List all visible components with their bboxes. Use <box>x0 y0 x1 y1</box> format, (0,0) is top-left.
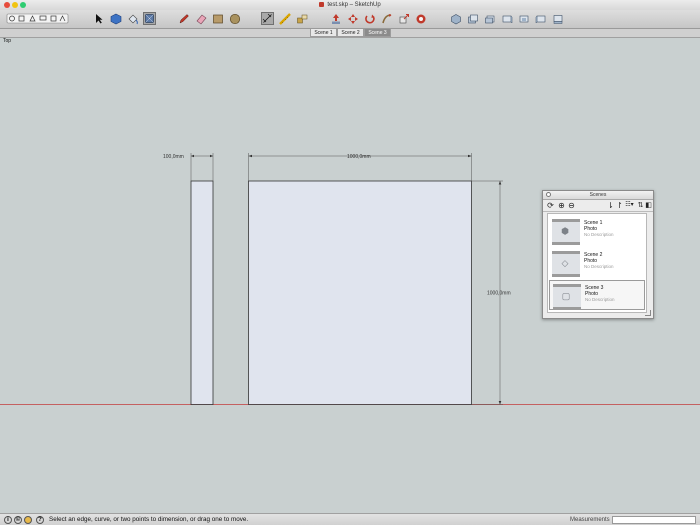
scenes-panel-title-bar: Scenes <box>543 191 653 200</box>
status-bar: i © ? Select an edge, curve, or two poin… <box>0 513 700 525</box>
sketchup-window: test.skp – SketchUp Scene 1 Scene 2 Scen… <box>0 0 700 525</box>
front-view-icon[interactable] <box>483 12 496 25</box>
scene-description: No Description <box>585 297 615 302</box>
left-view-icon[interactable] <box>534 12 547 25</box>
scenes-panel-title: Scenes <box>589 192 607 198</box>
scene-description: No Description <box>584 232 614 237</box>
measurements-input[interactable] <box>612 516 696 524</box>
tab-scene-2[interactable]: Scene 2 <box>337 29 364 37</box>
dimension-icon[interactable] <box>261 12 274 25</box>
move-down-icon[interactable]: ⇂ <box>606 201 615 210</box>
scene-list-item[interactable]: ◇ Scene 2 Photo No Description <box>549 248 645 278</box>
help-icon[interactable]: ? <box>36 516 44 524</box>
getting-started-toolset[interactable] <box>6 12 70 25</box>
window-title-area: test.skp – SketchUp <box>0 0 700 10</box>
follow-me-icon[interactable] <box>380 12 393 25</box>
toolbar <box>0 10 700 29</box>
rotate-icon[interactable] <box>363 12 376 25</box>
circle-icon[interactable] <box>228 12 241 25</box>
dimension-height[interactable]: 1000,0mm <box>471 180 511 405</box>
remove-icon[interactable]: ⊖ <box>567 201 576 210</box>
eraser-icon[interactable] <box>194 12 207 25</box>
geo-location-icon[interactable]: i <box>4 516 12 524</box>
offset-icon[interactable] <box>414 12 427 25</box>
scenes-toolbar: ⟳ ⊕ ⊖ ⇂ ↾ ☷▾ ⇅ ◧ <box>543 200 653 212</box>
cube-icon: ⬢ <box>561 226 569 236</box>
scenes-list: ⬢ Scene 1 Photo No Description ◇ Scene 2… <box>547 213 647 313</box>
frame-icon: ▢ <box>561 291 571 301</box>
add-icon[interactable]: ⊕ <box>557 201 566 210</box>
refresh-icon[interactable]: ⟳ <box>546 201 555 210</box>
top-view-toggle-icon[interactable] <box>143 12 156 25</box>
scene-thumbnail: ⬢ <box>552 219 580 245</box>
pencil-icon[interactable] <box>177 12 190 25</box>
view-options-icon[interactable]: ☷▾ <box>625 201 634 210</box>
text-label-icon[interactable] <box>295 12 308 25</box>
scenes-panel: Scenes ⟳ ⊕ ⊖ ⇂ ↾ ☷▾ ⇅ ◧ ⬢ Scene 1 Photo … <box>542 190 654 319</box>
panel-close-icon[interactable] <box>546 192 551 197</box>
resize-grip-icon[interactable] <box>645 310 651 316</box>
paint-bucket-icon[interactable] <box>126 12 139 25</box>
toggle-icon[interactable]: ◧ <box>644 201 653 210</box>
status-message: Select an edge, curve, or two points to … <box>49 516 249 523</box>
dimension-height-text: 1000,0mm <box>487 291 511 297</box>
back-view-icon[interactable] <box>517 12 530 25</box>
scene-thumbnail: ▢ <box>553 284 581 310</box>
user-icon[interactable] <box>24 516 32 524</box>
scene-description: No Description <box>584 264 614 269</box>
tab-scene-1[interactable]: Scene 1 <box>310 29 337 37</box>
plane-icon: ◇ <box>561 258 569 268</box>
dimension-large-width[interactable]: 1000,0mm <box>248 153 472 181</box>
toolset-icons <box>6 13 69 24</box>
scene-tab-bar: Scene 1 Scene 2 Scene 3 <box>0 29 700 38</box>
credits-icon[interactable]: © <box>14 516 22 524</box>
iso-view-icon[interactable] <box>449 12 462 25</box>
scene-thumbnail: ◇ <box>552 251 580 277</box>
move-up-icon[interactable]: ↾ <box>615 201 624 210</box>
component-icon[interactable] <box>109 12 122 25</box>
move-icon[interactable] <box>346 12 359 25</box>
title-bar: test.skp – SketchUp <box>0 0 700 10</box>
scene-list-item-selected[interactable]: ▢ Scene 3 Photo No Description <box>549 280 645 310</box>
right-view-icon[interactable] <box>500 12 513 25</box>
dimension-large-width-text: 1000,0mm <box>347 154 371 160</box>
tab-scene-3[interactable]: Scene 3 <box>364 29 391 37</box>
scale-icon[interactable] <box>397 12 410 25</box>
scene-list-item[interactable]: ⬢ Scene 1 Photo No Description <box>549 216 645 246</box>
rectangle-icon[interactable] <box>211 12 224 25</box>
push-pull-icon[interactable] <box>329 12 342 25</box>
bottom-view-icon[interactable] <box>551 12 564 25</box>
window-title: test.skp – SketchUp <box>327 2 381 8</box>
dimension-small-width[interactable]: 100,0mm <box>163 153 214 181</box>
arrow-icon[interactable] <box>92 12 105 25</box>
large-panel-face[interactable] <box>248 180 472 405</box>
document-icon <box>319 1 325 7</box>
dimension-small-width-text: 100,0mm <box>163 154 184 160</box>
top-view-icon[interactable] <box>466 12 479 25</box>
measurements-label: Measurements <box>570 517 610 523</box>
narrow-panel-face[interactable] <box>190 180 214 405</box>
tape-measure-icon[interactable] <box>278 12 291 25</box>
